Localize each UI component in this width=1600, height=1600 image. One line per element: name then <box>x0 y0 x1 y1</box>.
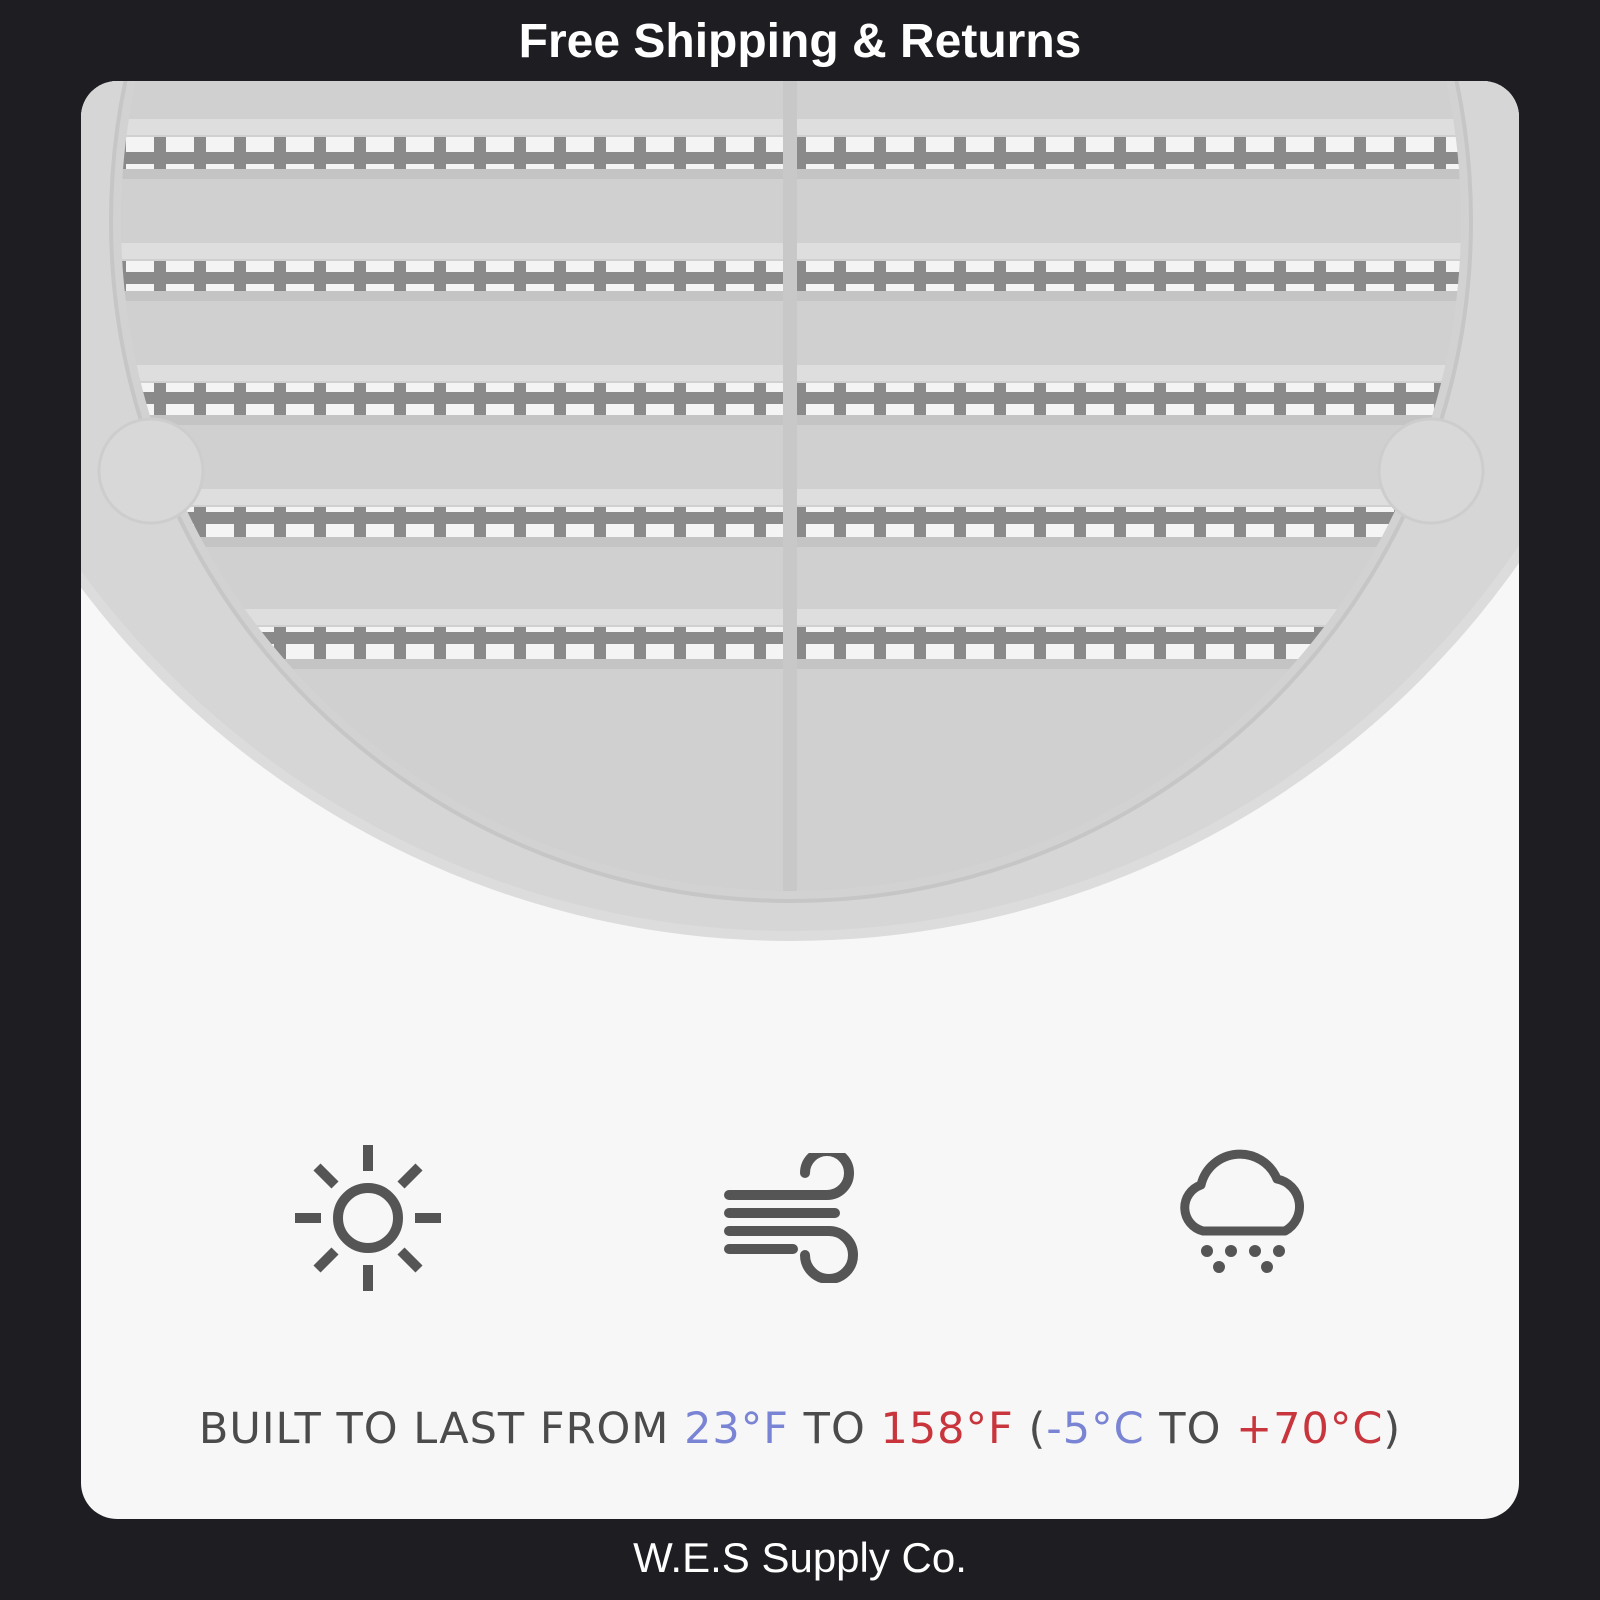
brand-name: W.E.S Supply Co. <box>633 1534 967 1581</box>
wind-icon <box>723 1153 863 1283</box>
claim-paren-close: ) <box>1383 1404 1402 1454</box>
temperature-range-claim: BUILT TO LAST FROM 23°F TO 158°F (-5°C T… <box>81 1401 1519 1457</box>
temp-low-f: 23°F <box>684 1404 790 1454</box>
claim-text: BUILT TO LAST FROM <box>198 1404 685 1454</box>
claim-to-celsius: TO <box>1144 1404 1237 1454</box>
sun-icon <box>293 1143 443 1293</box>
temp-high-c: +70°C <box>1236 1404 1384 1454</box>
claim-to: TO <box>789 1404 881 1454</box>
temp-high-f: 158°F <box>880 1404 1014 1454</box>
free-shipping-banner: Free Shipping & Returns <box>518 15 1082 68</box>
vent-grille-illustration <box>81 81 1519 941</box>
claim-paren-open: ( <box>1013 1404 1047 1454</box>
temp-low-c: -5°C <box>1046 1404 1145 1454</box>
snow-cloud-icon <box>1173 1143 1313 1283</box>
product-image-card: BUILT TO LAST FROM 23°F TO 158°F (-5°C T… <box>81 81 1519 1519</box>
